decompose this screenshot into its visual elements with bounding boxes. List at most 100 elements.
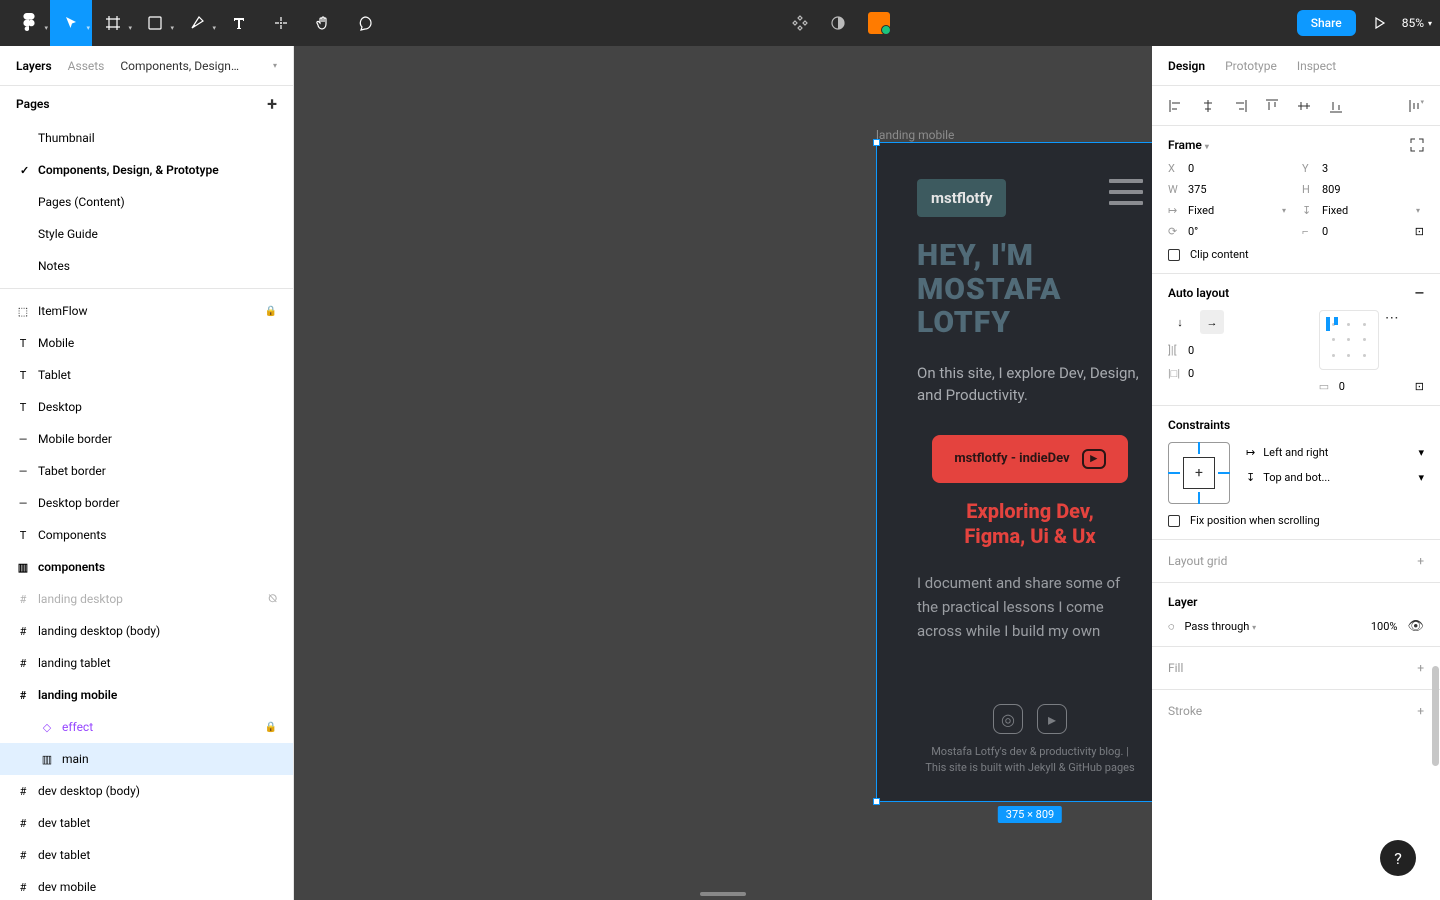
help-button[interactable]: ?: [1380, 840, 1416, 876]
hidden-icon[interactable]: ⦰: [268, 592, 277, 606]
independent-corners-button[interactable]: ⊡: [1415, 225, 1424, 238]
layer-item[interactable]: #dev tablet: [0, 839, 293, 871]
autolayout-settings-button[interactable]: ⋯: [1385, 310, 1399, 326]
layer-item[interactable]: ◇effect🔒: [0, 711, 293, 743]
text-tool[interactable]: [218, 0, 260, 46]
gap-input[interactable]: [1188, 344, 1248, 357]
pen-tool[interactable]: ▾: [176, 0, 218, 46]
layer-item-selected[interactable]: ▥main: [0, 743, 293, 775]
padding-h-input[interactable]: [1188, 367, 1248, 380]
layer-item[interactable]: #landing mobile: [0, 679, 293, 711]
add-stroke-button[interactable]: +: [1417, 704, 1424, 718]
layer-item[interactable]: TMobile: [0, 327, 293, 359]
constraint-v-select[interactable]: ↧Top and bot...▾: [1246, 471, 1424, 484]
zoom-control[interactable]: 85%▾: [1402, 16, 1432, 30]
constraint-h-select[interactable]: ↦Left and right▾: [1246, 446, 1424, 459]
layer-item[interactable]: #dev tablet: [0, 807, 293, 839]
h-mode-select[interactable]: ↧Fixed▾: [1302, 204, 1424, 217]
layer-item[interactable]: TDesktop: [0, 391, 293, 423]
vertical-direction-button[interactable]: ↓: [1168, 310, 1192, 334]
alignment-box[interactable]: [1319, 310, 1379, 370]
padding-v-input[interactable]: [1339, 380, 1399, 393]
hand-tool[interactable]: [302, 0, 344, 46]
layer-item[interactable]: #dev mobile: [0, 871, 293, 900]
user-avatar[interactable]: [868, 12, 890, 34]
layer-item[interactable]: ▥components: [0, 551, 293, 583]
add-layout-grid-button[interactable]: +: [1417, 554, 1424, 568]
align-v-center-button[interactable]: [1296, 98, 1312, 114]
horizontal-direction-button[interactable]: →: [1200, 310, 1224, 334]
lock-icon[interactable]: 🔒: [265, 306, 277, 317]
blend-mode-icon: ◌: [1168, 620, 1175, 633]
opacity-input[interactable]: [1357, 620, 1397, 633]
layer-item[interactable]: TTablet: [0, 359, 293, 391]
layers-tab[interactable]: Layers: [16, 59, 52, 73]
padding-individual-button[interactable]: ⊡: [1415, 380, 1424, 393]
corner-input[interactable]: [1322, 225, 1382, 238]
comment-tool[interactable]: [344, 0, 386, 46]
w-mode-select[interactable]: ↦Fixed▾: [1168, 204, 1290, 217]
assets-tab[interactable]: Assets: [68, 59, 105, 73]
figma-menu-button[interactable]: ▾: [8, 0, 50, 46]
layer-item[interactable]: —Mobile border: [0, 423, 293, 455]
x-input[interactable]: [1188, 162, 1248, 175]
frame-section-header[interactable]: Frame ▾: [1168, 138, 1209, 152]
artboard-landing-mobile[interactable]: 375 × 809 mstflotfy HEY, I'M MOSTAFA LOT…: [876, 142, 1152, 802]
page-item[interactable]: Notes: [0, 250, 293, 282]
shape-tool[interactable]: ▾: [134, 0, 176, 46]
layout-grid-header: Layout grid: [1168, 554, 1227, 568]
add-page-button[interactable]: +: [267, 94, 277, 115]
clip-content-label: Clip content: [1190, 248, 1249, 261]
present-button[interactable]: [1372, 16, 1386, 30]
remove-autolayout-button[interactable]: —: [1415, 286, 1424, 300]
add-fill-button[interactable]: +: [1417, 661, 1424, 675]
rotation-input[interactable]: [1188, 225, 1248, 238]
page-item[interactable]: Style Guide: [0, 218, 293, 250]
mask-button[interactable]: [830, 15, 846, 31]
visibility-toggle[interactable]: 👁: [1407, 619, 1424, 634]
h-input[interactable]: [1322, 183, 1382, 196]
align-bottom-button[interactable]: [1328, 98, 1344, 114]
page-item[interactable]: Thumbnail: [0, 122, 293, 154]
share-button[interactable]: Share: [1297, 10, 1356, 36]
blend-mode-select[interactable]: Pass through ▾: [1185, 620, 1257, 633]
canvas[interactable]: landing mobile 375 × 809 mstflotfy HEY, …: [294, 46, 1152, 900]
autolayout-icon: ▥: [40, 752, 54, 766]
layer-item[interactable]: —Tabet border: [0, 455, 293, 487]
resize-to-fit-button[interactable]: [1410, 138, 1424, 152]
prototype-tab[interactable]: Prototype: [1225, 59, 1277, 73]
padding-h-icon: |□|: [1168, 367, 1182, 380]
distribute-button[interactable]: ▾: [1408, 98, 1424, 114]
page-item[interactable]: Components, Design, & Prototype: [0, 154, 293, 186]
move-tool[interactable]: ▾: [50, 0, 92, 46]
lock-icon[interactable]: 🔒: [265, 722, 277, 733]
layer-item[interactable]: —Desktop border: [0, 487, 293, 519]
layer-item[interactable]: #dev desktop (body): [0, 775, 293, 807]
autolayout-icon: ▥: [16, 560, 30, 574]
layer-item[interactable]: #landing tablet: [0, 647, 293, 679]
page-dropdown[interactable]: Components, Design, & Pr...: [120, 59, 239, 73]
page-item[interactable]: Pages (Content): [0, 186, 293, 218]
resources-tool[interactable]: [260, 0, 302, 46]
align-left-button[interactable]: [1168, 98, 1184, 114]
right-scrollbar[interactable]: [1432, 666, 1439, 766]
align-top-button[interactable]: [1264, 98, 1280, 114]
layer-item[interactable]: TComponents: [0, 519, 293, 551]
frame-tool[interactable]: ▾: [92, 0, 134, 46]
y-input[interactable]: [1322, 162, 1382, 175]
fix-scroll-checkbox[interactable]: [1168, 515, 1180, 527]
w-input[interactable]: [1188, 183, 1248, 196]
canvas-grab-handle[interactable]: [700, 892, 746, 896]
align-right-button[interactable]: [1232, 98, 1248, 114]
frame-label[interactable]: landing mobile: [876, 128, 954, 142]
align-h-center-button[interactable]: [1200, 98, 1216, 114]
clip-content-checkbox[interactable]: [1168, 249, 1180, 261]
layer-item[interactable]: #landing desktop⦰: [0, 583, 293, 615]
pages-heading: Pages: [16, 97, 50, 111]
layer-item[interactable]: ⬚ ItemFlow🔒: [0, 295, 293, 327]
layer-item[interactable]: #landing desktop (body): [0, 615, 293, 647]
components-button[interactable]: [792, 15, 808, 31]
design-tab[interactable]: Design: [1168, 59, 1205, 73]
constraints-picker[interactable]: [1168, 442, 1230, 504]
inspect-tab[interactable]: Inspect: [1297, 59, 1336, 73]
